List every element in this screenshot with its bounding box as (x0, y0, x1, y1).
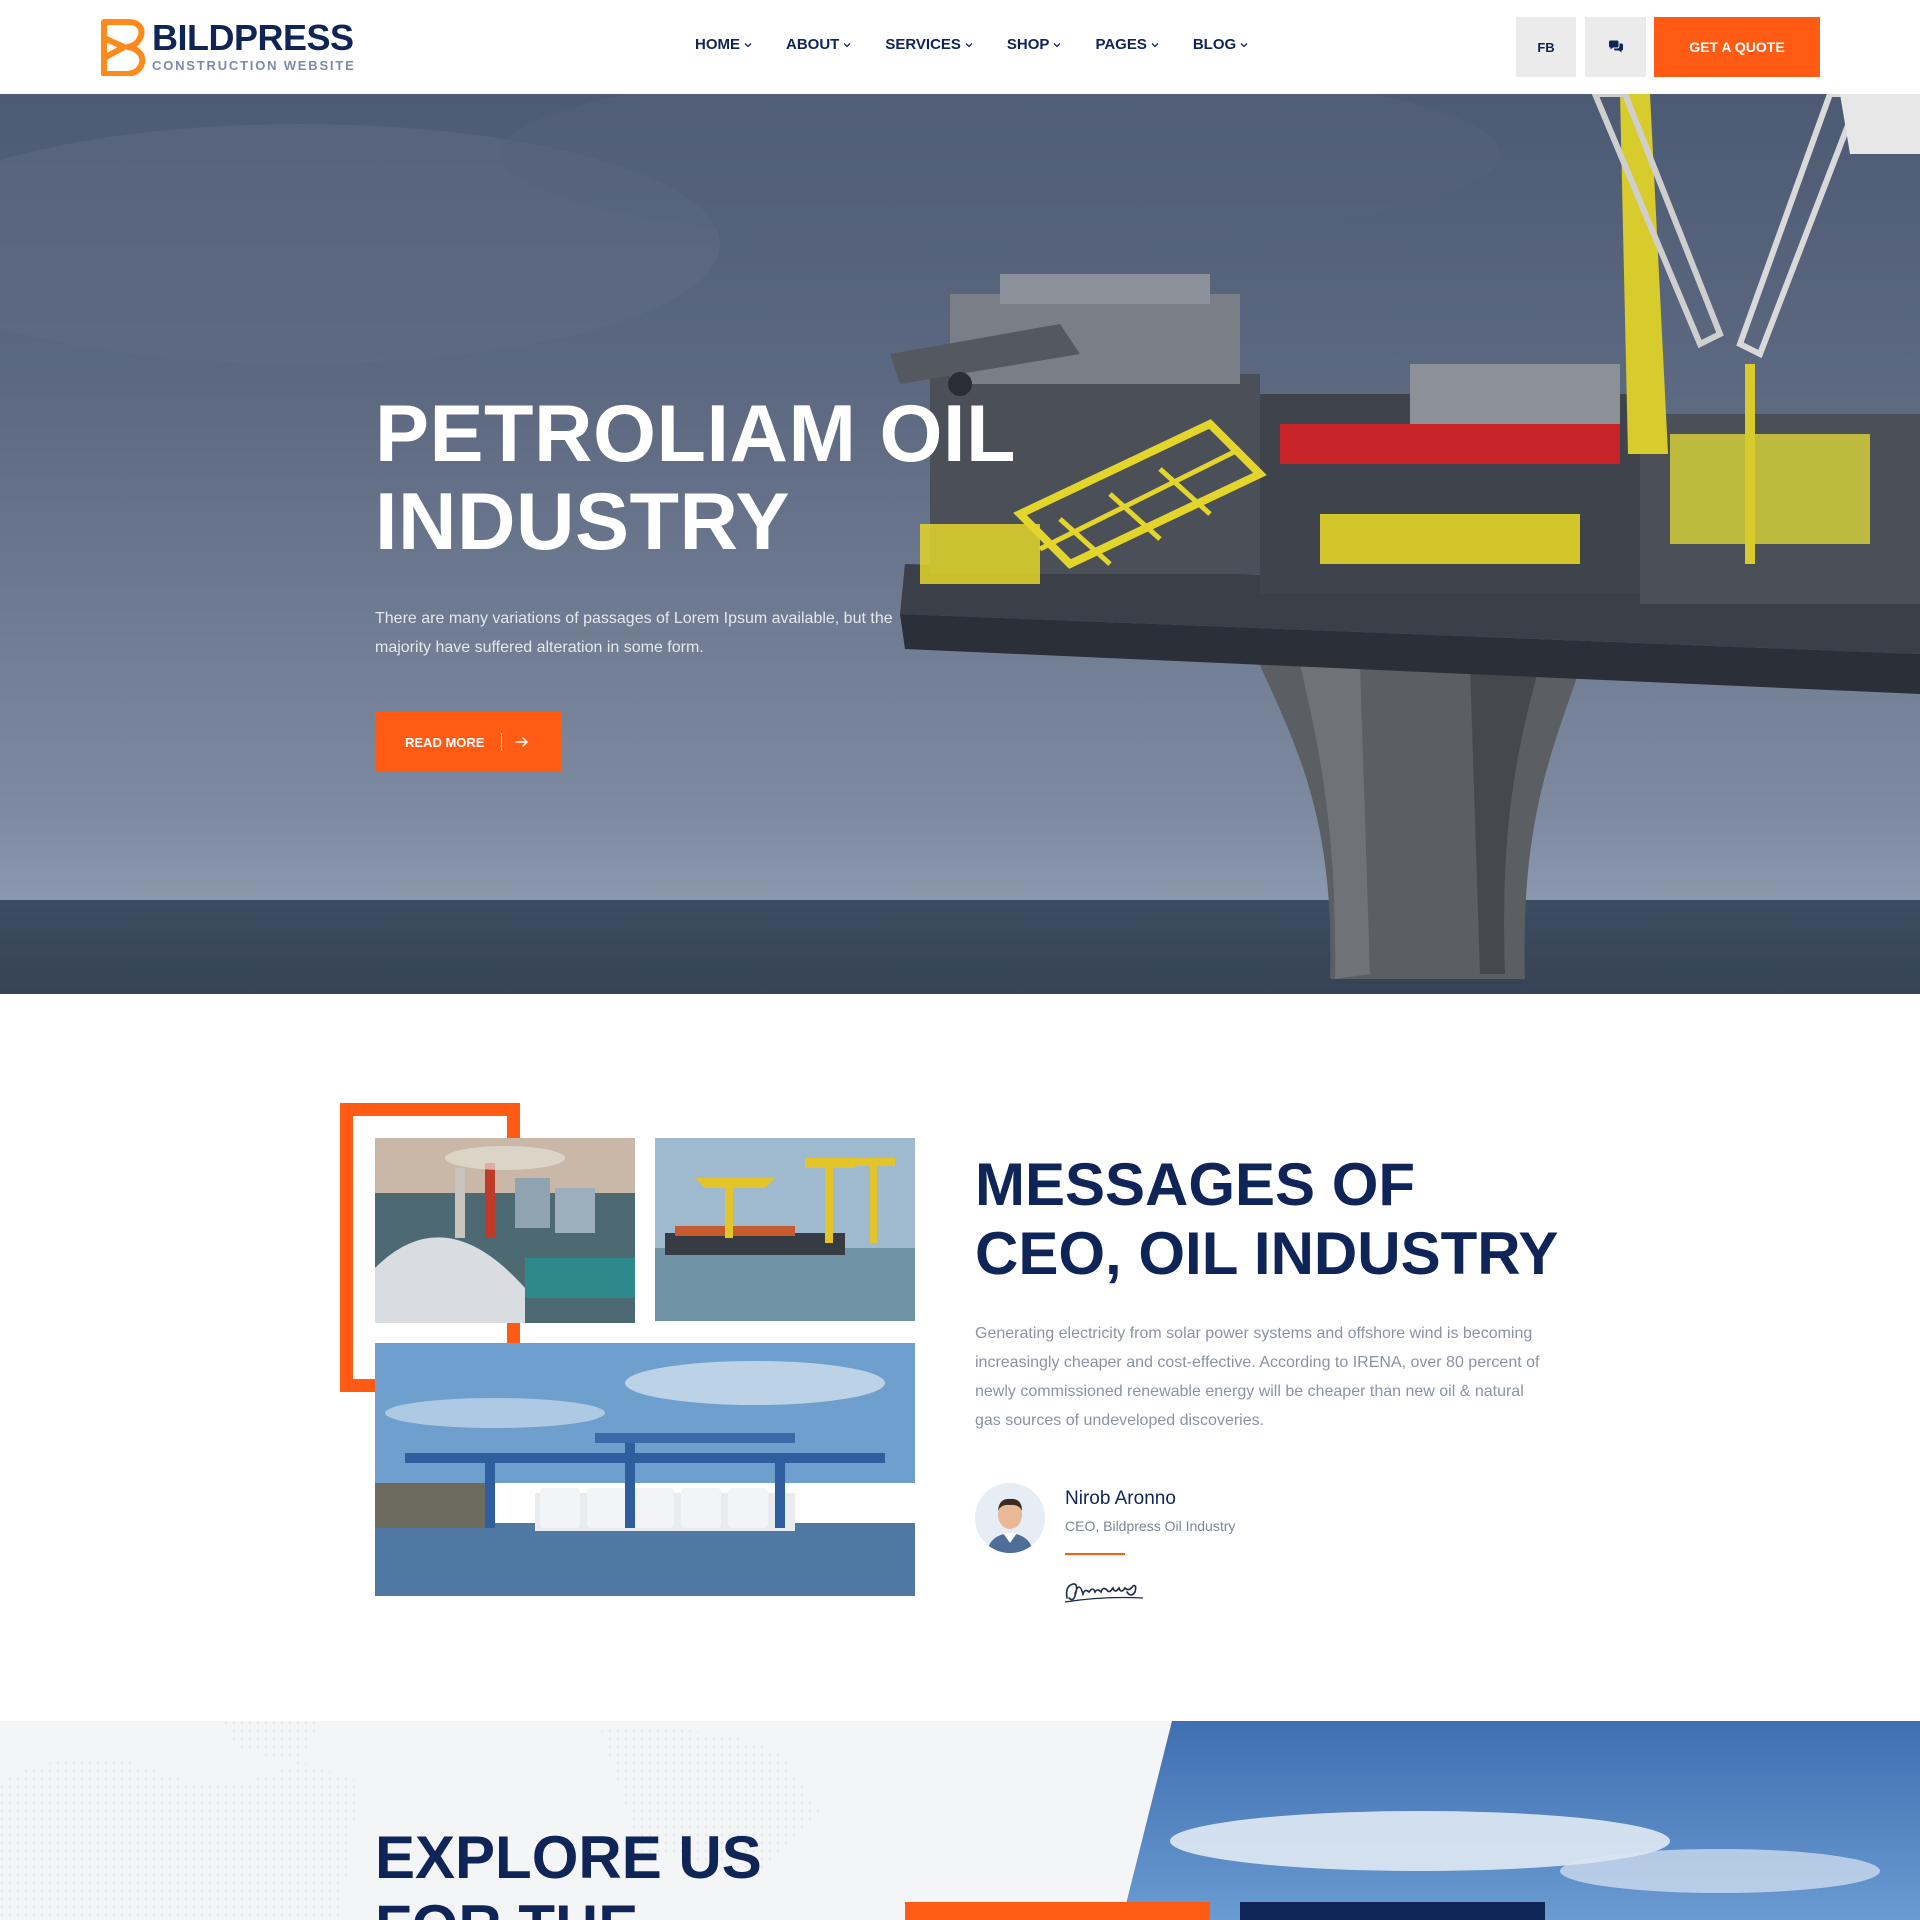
hero-title-line1: PETROLIAM OIL (375, 389, 1016, 479)
hero-title: PETROLIAM OIL INDUSTRY (375, 390, 1016, 566)
nav-label: SERVICES (885, 36, 961, 53)
chevron-down-icon (965, 42, 973, 47)
explore-title-line1: EXPLORE US (375, 1824, 762, 1891)
chevron-down-icon (1151, 42, 1159, 47)
explore-card-navy[interactable] (1240, 1902, 1545, 1920)
nav-label: BLOG (1192, 36, 1237, 53)
explore-card-orange[interactable] (905, 1902, 1210, 1920)
hero-banner: PETROLIAM OIL INDUSTRY There are many va… (0, 94, 1920, 994)
ceo-avatar (975, 1483, 1045, 1553)
chevron-down-icon (843, 42, 851, 47)
name-underline (1065, 1553, 1125, 1555)
nav-label: SHOP (1006, 36, 1050, 53)
site-header: BILDPRESS CONSTRUCTION WEBSITE HOME ABOU… (0, 0, 1920, 94)
read-more-button[interactable]: READ MORE (375, 712, 562, 772)
sky-photo (1122, 1721, 1920, 1920)
nav-label: PAGES (1095, 36, 1147, 53)
explore-section: EXPLORE US FOR THE (0, 1721, 1920, 1920)
ceo-role: CEO, Bildpress Oil Industry (1065, 1518, 1236, 1534)
button-divider (501, 733, 503, 751)
cargo-port-photo (655, 1138, 915, 1321)
arrow-right-icon (515, 737, 529, 747)
main-nav: HOME ABOUT SERVICES SHOP PAGES BLOG (695, 36, 1249, 53)
chat-button[interactable] (1585, 17, 1646, 77)
ceo-name: Nirob Aronno (1065, 1488, 1176, 1509)
explore-title: EXPLORE US FOR THE (375, 1823, 762, 1920)
nav-item-shop[interactable]: SHOP (1007, 36, 1063, 53)
signature-image (1064, 1583, 1144, 1603)
ceo-title-line1: MESSAGES OF (975, 1151, 1416, 1218)
hero-description: There are many variations of passages of… (375, 610, 893, 656)
refinery-storage-photo (375, 1343, 915, 1596)
explore-title-line2: FOR THE (375, 1892, 762, 1920)
get-quote-button[interactable]: GET A QUOTE (1654, 17, 1820, 77)
nav-item-services[interactable]: SERVICES (885, 36, 974, 53)
nav-item-blog[interactable]: BLOG (1193, 36, 1249, 53)
power-plant-photo (375, 1138, 635, 1323)
chevron-down-icon (1240, 42, 1248, 47)
nav-label: ABOUT (786, 36, 840, 53)
logo[interactable]: BILDPRESS CONSTRUCTION WEBSITE (100, 16, 356, 78)
nav-item-about[interactable]: ABOUT (786, 36, 852, 53)
nav-label: HOME (695, 36, 740, 53)
chevron-down-icon (744, 42, 752, 47)
logo-name: BILDPRESS (152, 17, 354, 58)
logo-tagline: CONSTRUCTION WEBSITE (152, 58, 356, 73)
chevron-down-icon (1053, 42, 1061, 47)
chat-icon (1608, 40, 1623, 53)
nav-item-home[interactable]: HOME (695, 36, 753, 53)
hero-title-line2: INDUSTRY (375, 477, 791, 567)
facebook-button[interactable]: FB (1516, 17, 1576, 77)
ceo-title-line2: CEO, OIL INDUSTRY (975, 1220, 1559, 1287)
read-more-label: READ MORE (405, 734, 485, 750)
ceo-message-text: Generating electricity from solar power … (975, 1325, 1540, 1429)
ceo-section-title: MESSAGES OF CEO, OIL INDUSTRY (975, 1150, 1558, 1288)
logo-mark-icon (101, 19, 146, 76)
facebook-label: FB (1537, 39, 1555, 55)
nav-item-pages[interactable]: PAGES (1095, 36, 1159, 53)
